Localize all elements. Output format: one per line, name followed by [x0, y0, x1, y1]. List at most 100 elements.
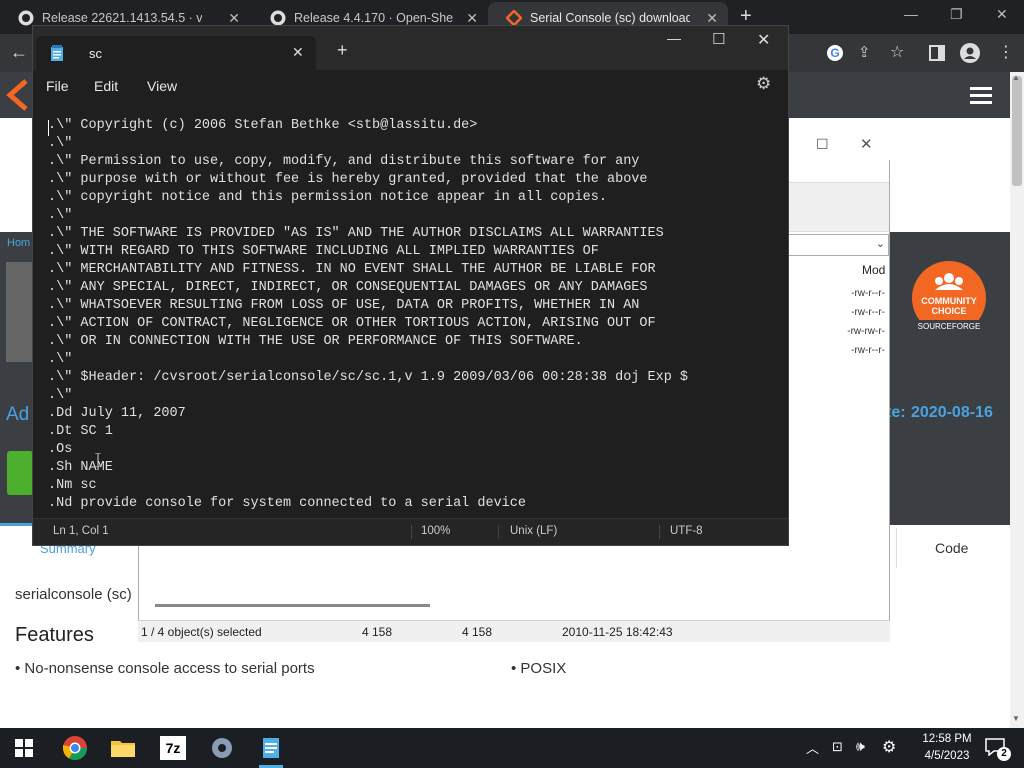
share-icon[interactable]: ⇪	[858, 43, 871, 61]
back-icon[interactable]: ←	[10, 42, 28, 63]
text-line[interactable]: .\"	[48, 135, 778, 153]
windows-taskbar	[0, 728, 1024, 768]
notepad-icon	[51, 45, 63, 61]
separator	[498, 525, 499, 539]
maximize-icon[interactable]: ☐	[816, 136, 829, 153]
text-line[interactable]: .Sh NAME	[48, 459, 778, 477]
gear-icon[interactable]: ⚙	[756, 74, 771, 94]
text-line[interactable]: .\" $Header: /cvsroot/serialconsole/sc/s…	[48, 369, 778, 387]
text-line[interactable]: .\" WITH REGARD TO THIS SOFTWARE INCLUDI…	[48, 243, 778, 261]
text-line[interactable]: .Nd provide console for system connected…	[48, 495, 778, 513]
chevron-down-icon[interactable]: ⌄	[876, 237, 885, 250]
minimize-icon[interactable]: —	[667, 30, 681, 46]
table-row[interactable]: -rw-r--r-	[851, 307, 885, 318]
close-icon[interactable]: ✕	[706, 10, 718, 27]
table-row[interactable]: -rw-r--r-	[851, 345, 885, 356]
tray-overflow-icon[interactable]: ︿	[806, 738, 819, 757]
separator	[411, 525, 412, 539]
restore-icon[interactable]: ❐	[950, 6, 963, 23]
badge-brand: SOURCEFORGE	[917, 322, 981, 331]
7zip-path-combo[interactable]: ⌄	[788, 234, 889, 256]
minimize-icon[interactable]: —	[904, 6, 918, 22]
menu-edit[interactable]: Edit	[94, 78, 118, 94]
hamburger-menu-icon[interactable]	[970, 87, 992, 105]
star-icon[interactable]: ☆	[890, 42, 904, 62]
column-header-mode[interactable]: Mod	[862, 263, 885, 277]
profile-icon[interactable]	[960, 43, 980, 63]
new-tab-button[interactable]: +	[740, 5, 752, 28]
close-icon[interactable]: ✕	[996, 6, 1008, 23]
text-line[interactable]: .\" Permission to use, copy, modify, and…	[48, 153, 778, 171]
clock-date[interactable]: 4/5/2023	[912, 750, 982, 762]
status-packed: 4 158	[462, 625, 493, 639]
project-title: Ad	[6, 404, 30, 425]
badge-line-2: CHOICE	[931, 306, 967, 316]
close-tab-icon[interactable]: ✕	[292, 44, 304, 61]
text-line[interactable]: .\"	[48, 387, 778, 405]
text-line[interactable]: .\" OR IN CONNECTION WITH THE USE OR PER…	[48, 333, 778, 351]
text-line[interactable]: .Dt SC 1	[48, 423, 778, 441]
scroll-down-icon[interactable]: ▼	[1012, 714, 1020, 723]
text-line[interactable]: .\" MERCHANTABILITY AND FITNESS. IN NO E…	[48, 261, 778, 279]
text-line[interactable]: .\" copyright notice and this permission…	[48, 189, 778, 207]
table-row[interactable]: -rw-rw-r-	[847, 326, 885, 337]
text-line[interactable]: .\" ACTION OF CONTRACT, NEGLIGENCE OR OT…	[48, 315, 778, 333]
table-row[interactable]: -rw-r--r-	[851, 288, 885, 299]
page-scrollbar-thumb[interactable]	[1012, 76, 1022, 186]
separator	[659, 525, 660, 539]
sidebar-icon[interactable]	[929, 45, 945, 61]
text-line[interactable]: .\" ANY SPECIAL, DIRECT, INDIRECT, OR CO…	[48, 279, 778, 297]
text-line[interactable]: .\" THE SOFTWARE IS PROVIDED "AS IS" AND…	[48, 225, 778, 243]
clock-time[interactable]: 12:58 PM	[912, 733, 982, 745]
status-encoding: UTF-8	[670, 525, 703, 537]
network-icon[interactable]: ⊡	[832, 739, 843, 755]
google-icon[interactable]: G	[826, 44, 844, 62]
text-line[interactable]: .Dd July 11, 2007	[48, 405, 778, 423]
text-cursor-ibeam-icon	[95, 453, 101, 467]
text-line[interactable]: .\" purpose with or without fee is hereb…	[48, 171, 778, 189]
volume-icon[interactable]: 🕪	[856, 738, 865, 755]
menu-view[interactable]: View	[147, 78, 177, 94]
windows-start-icon[interactable]	[15, 739, 33, 757]
7zip-status-bar: 1 / 4 object(s) selected 4 158 4 158 201…	[138, 620, 890, 642]
close-icon[interactable]: ✕	[466, 10, 478, 27]
menu-file[interactable]: File	[46, 78, 69, 94]
notepad-text-area[interactable]: .\" Copyright (c) 2006 Stefan Bethke <st…	[48, 117, 778, 513]
text-line[interactable]: .\" WHATSOEVER RESULTING FROM LOSS OF US…	[48, 297, 778, 315]
breadcrumb[interactable]: Hom	[7, 237, 30, 249]
chrome-icon[interactable]	[60, 733, 90, 763]
settings-tray-icon[interactable]: ⚙	[882, 737, 896, 757]
status-selected: 1 / 4 object(s) selected	[141, 625, 262, 639]
7zip-toolbar	[788, 182, 889, 232]
notification-count-badge: 2	[997, 747, 1011, 761]
tab-code[interactable]: Code	[935, 540, 968, 556]
close-icon[interactable]: ✕	[228, 10, 240, 27]
file-explorer-icon[interactable]	[108, 733, 138, 763]
text-line[interactable]: .\"	[48, 207, 778, 225]
text-line[interactable]: .\" Copyright (c) 2006 Stefan Bethke <st…	[48, 117, 778, 135]
close-icon[interactable]: ✕	[757, 30, 770, 50]
project-logo	[6, 262, 34, 362]
add-tab-button[interactable]: +	[337, 40, 348, 61]
badge-line-1: COMMUNITY	[921, 296, 977, 306]
horizontal-scrollbar[interactable]	[155, 604, 430, 607]
text-line[interactable]: .Nm sc	[48, 477, 778, 495]
feature-item: • POSIX	[511, 660, 567, 677]
notepad-status-bar: Ln 1, Col 1 100% Unix (LF) UTF-8	[33, 518, 788, 545]
text-line[interactable]: .Os	[48, 441, 778, 459]
settings-icon[interactable]	[207, 733, 237, 763]
maximize-icon[interactable]: ☐	[712, 30, 725, 48]
7zip-file-list[interactable]: Mod -rw-r--r- -rw-r--r- -rw-rw-r- -rw-r-…	[788, 258, 889, 523]
sourceforge-icon	[506, 10, 522, 26]
close-icon[interactable]: ✕	[860, 135, 873, 153]
text-line[interactable]: .\"	[48, 351, 778, 369]
browser-tab-title: Release 22621.1413.54.5 · valinet	[42, 11, 202, 25]
github-icon	[270, 10, 286, 26]
menu-kebab-icon[interactable]: ⋮	[998, 42, 1014, 62]
sourceforge-logo[interactable]	[4, 78, 34, 112]
notepad-tab[interactable]: sc ✕	[36, 36, 316, 70]
scroll-up-icon[interactable]: ▲	[1012, 73, 1020, 82]
download-button[interactable]	[7, 451, 33, 495]
notepad-icon[interactable]	[256, 733, 286, 763]
7zip-icon[interactable]: 7z	[160, 736, 186, 760]
